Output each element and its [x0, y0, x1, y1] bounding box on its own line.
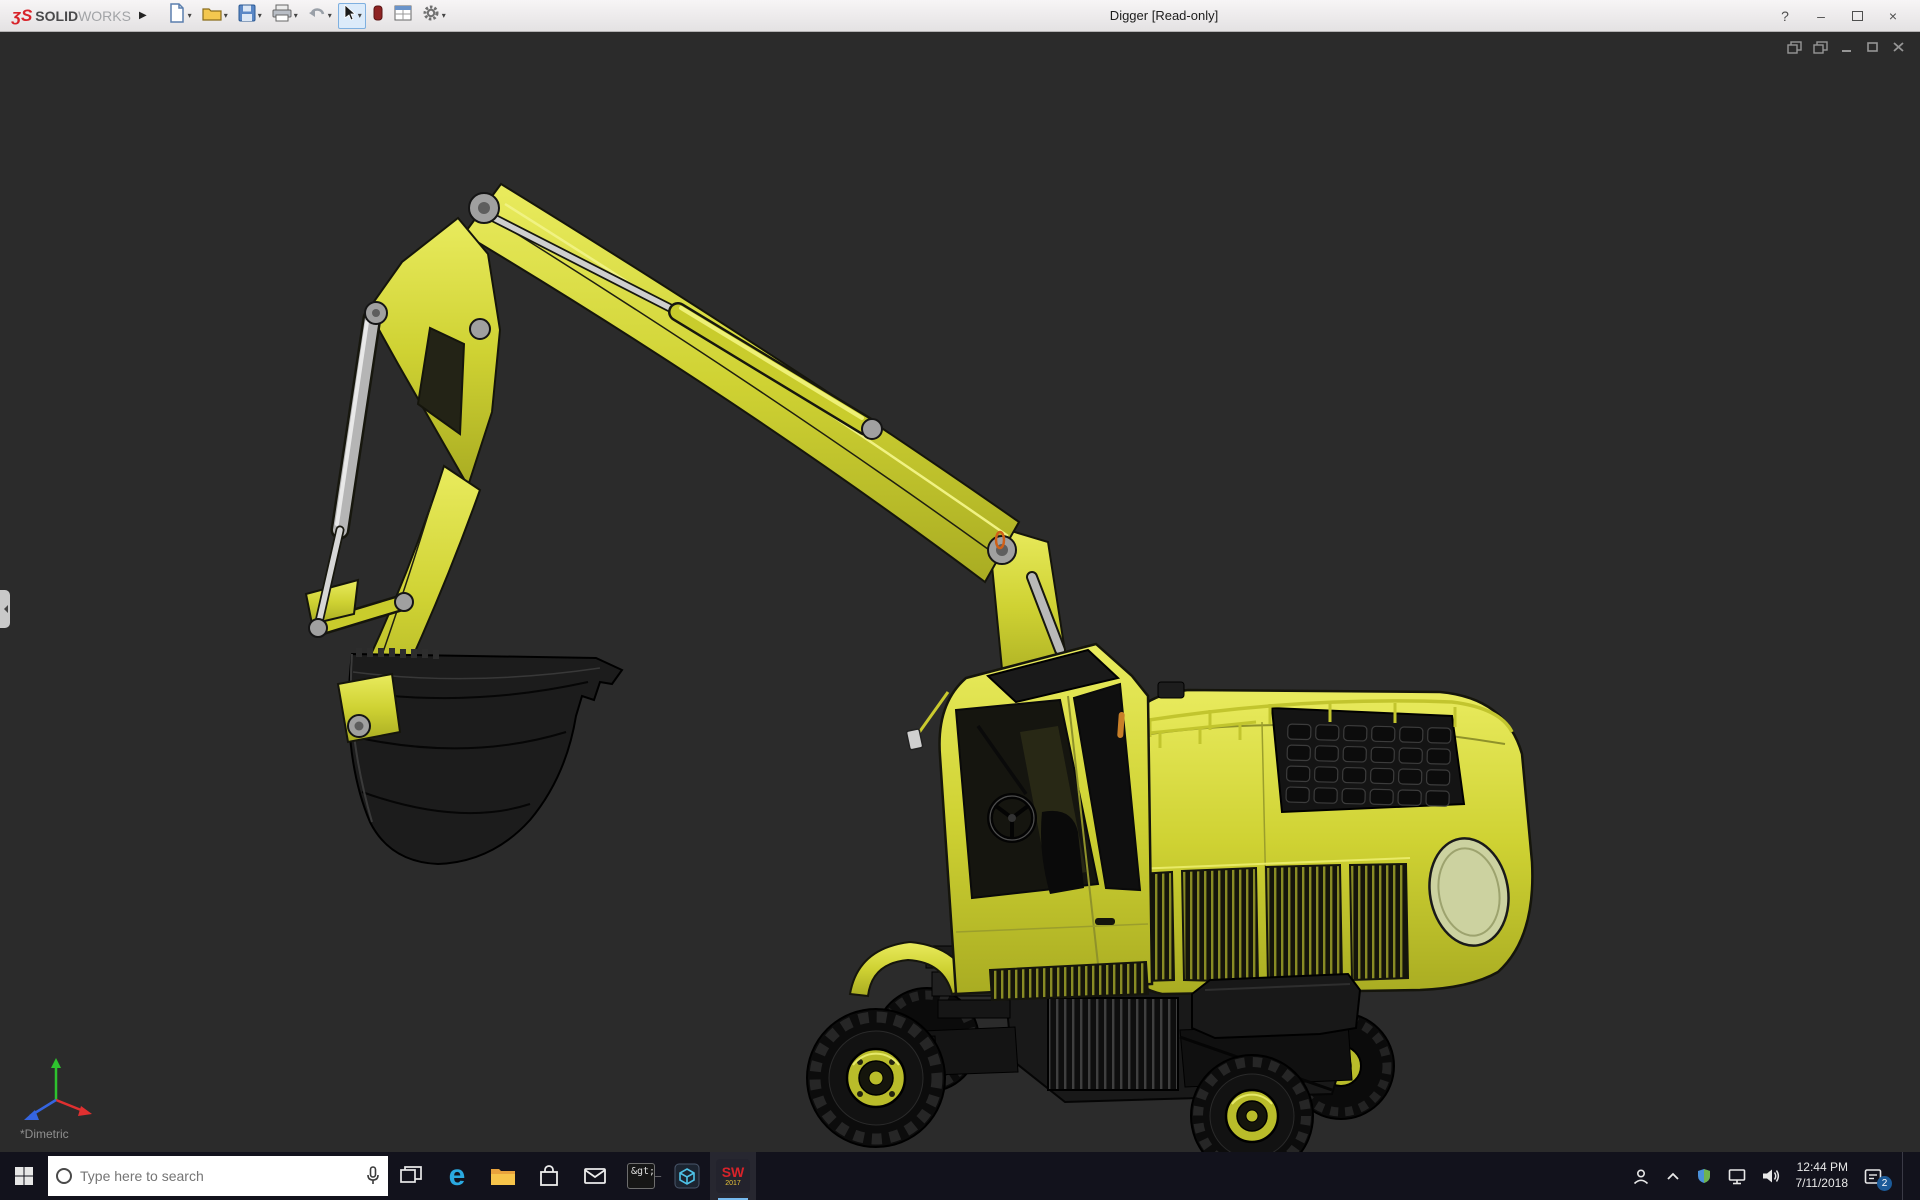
toolbar-save-button[interactable]: ▾	[234, 3, 266, 29]
dropdown-caret-icon[interactable]: ▾	[188, 11, 192, 20]
window-controls: ? – ×	[1772, 5, 1920, 27]
notification-badge: 2	[1877, 1175, 1892, 1191]
front-near-wheel[interactable]	[806, 1008, 946, 1148]
new-document-icon	[168, 3, 186, 28]
microphone-icon[interactable]	[366, 1166, 380, 1186]
dropdown-caret-icon[interactable]: ▾	[358, 11, 362, 20]
close-button[interactable]: ×	[1880, 5, 1906, 27]
excavator-body[interactable]	[1106, 681, 1534, 996]
cortana-icon	[56, 1168, 72, 1184]
save-floppy-icon	[238, 4, 256, 27]
toolbar-abort-button[interactable]	[368, 3, 388, 29]
doc-restore-icon[interactable]	[1864, 40, 1880, 54]
search-input[interactable]	[80, 1168, 358, 1184]
open-folder-icon	[202, 5, 222, 26]
dropdown-caret-icon[interactable]: ▾	[442, 11, 446, 20]
tray-date: 7/11/2018	[1795, 1176, 1849, 1190]
doc-minimize-icon[interactable]	[1838, 40, 1854, 54]
excavator-model[interactable]	[0, 32, 1920, 1152]
restore-button[interactable]	[1844, 5, 1870, 27]
select-arrow-icon	[342, 4, 356, 27]
toolbar-settings-button[interactable]: ▾	[418, 3, 450, 29]
dropdown-caret-icon[interactable]: ▾	[258, 11, 262, 20]
taskbar-edge[interactable]: e	[434, 1152, 480, 1200]
excavator-boom[interactable]	[304, 182, 1072, 736]
doc-tile-icon[interactable]	[1812, 40, 1828, 54]
solidworks-app-icon: SW 2017	[716, 1159, 750, 1193]
ds-logo-icon: ʒS	[12, 5, 33, 25]
edge-icon: e	[448, 1159, 466, 1192]
taskbar-search-box[interactable]	[48, 1156, 388, 1196]
print-icon	[272, 4, 292, 27]
window-title: Digger [Read-only]	[1109, 8, 1219, 23]
report-table-icon	[394, 5, 412, 26]
rear-fender	[1191, 972, 1362, 1040]
show-desktop-button[interactable]	[1902, 1152, 1910, 1200]
document-window-controls	[1786, 40, 1906, 54]
minimize-button[interactable]: –	[1808, 5, 1834, 27]
taskbar-clock[interactable]: 12:44 PM 7/11/2018	[1796, 1160, 1849, 1191]
mail-icon	[584, 1168, 606, 1184]
toolbar-open-button[interactable]: ▾	[198, 3, 232, 29]
gear-icon	[422, 4, 440, 27]
taskbar-file-explorer[interactable]	[480, 1152, 526, 1200]
security-shield-icon[interactable]	[1696, 1168, 1712, 1184]
menu-bar: ʒS SOLID WORKS ▶ ▾ ▾ ▾ ▾ ▾ ▾ ▾ Digger [R…	[0, 0, 1920, 32]
brand-solid-text: SOLID	[35, 7, 79, 24]
doc-cascade-icon[interactable]	[1786, 40, 1802, 54]
feature-panel-collapse-tab[interactable]	[0, 590, 10, 628]
tray-time: 12:44 PM	[1796, 1160, 1848, 1175]
network-icon[interactable]	[1728, 1168, 1746, 1185]
store-icon	[540, 1165, 558, 1186]
excavator-bucket[interactable]	[336, 648, 624, 866]
volume-icon[interactable]	[1762, 1168, 1780, 1184]
dropdown-caret-icon[interactable]: ▾	[224, 11, 228, 20]
people-tray-icon[interactable]	[1632, 1168, 1650, 1185]
taskbar-console[interactable]: &gt;_	[618, 1152, 664, 1200]
toolbar-select-button[interactable]: ▾	[337, 2, 366, 29]
view-orientation-label: *Dimetric	[20, 1127, 69, 1141]
restore-icon	[1851, 10, 1863, 21]
solidworks-logo: ʒS SOLID WORKS	[0, 6, 135, 26]
task-view-icon	[400, 1166, 422, 1183]
console-icon: &gt;_	[627, 1163, 661, 1189]
hidden-icons-chevron[interactable]	[1666, 1171, 1680, 1181]
abort-icon	[372, 5, 384, 26]
taskbar-solidworks[interactable]: SW 2017	[710, 1152, 756, 1200]
dropdown-caret-icon[interactable]: ▾	[328, 11, 332, 20]
toolbar-undo-button[interactable]: ▾	[304, 3, 336, 29]
toolbar-report-button[interactable]	[390, 3, 416, 29]
start-button[interactable]	[0, 1152, 48, 1200]
toolbar-new-document-button[interactable]: ▾	[164, 3, 196, 29]
taskbar-3d-viewer[interactable]	[664, 1152, 710, 1200]
taskbar-store[interactable]	[526, 1152, 572, 1200]
graphics-area[interactable]: *Dimetric	[0, 32, 1920, 1152]
toolbar-print-button[interactable]: ▾	[268, 3, 302, 29]
windows-logo-icon	[15, 1167, 33, 1185]
menu-expand-arrow-icon[interactable]: ▶	[139, 10, 147, 21]
task-view-button[interactable]	[388, 1152, 434, 1200]
action-center-button[interactable]: 2	[1864, 1168, 1892, 1191]
help-button[interactable]: ?	[1772, 5, 1798, 27]
file-explorer-icon	[491, 1169, 515, 1185]
taskbar-mail[interactable]	[572, 1152, 618, 1200]
cube-app-icon	[674, 1163, 700, 1189]
brand-works-text: WORKS	[78, 7, 131, 24]
undo-arrow-icon	[308, 5, 326, 26]
orientation-triad-icon	[24, 1058, 92, 1120]
system-tray: 12:44 PM 7/11/2018 2	[1632, 1152, 1920, 1200]
dropdown-caret-icon[interactable]: ▾	[294, 11, 298, 20]
windows-taskbar: e &gt;_ SW 2017	[0, 1152, 1920, 1200]
doc-close-icon[interactable]	[1890, 40, 1906, 54]
